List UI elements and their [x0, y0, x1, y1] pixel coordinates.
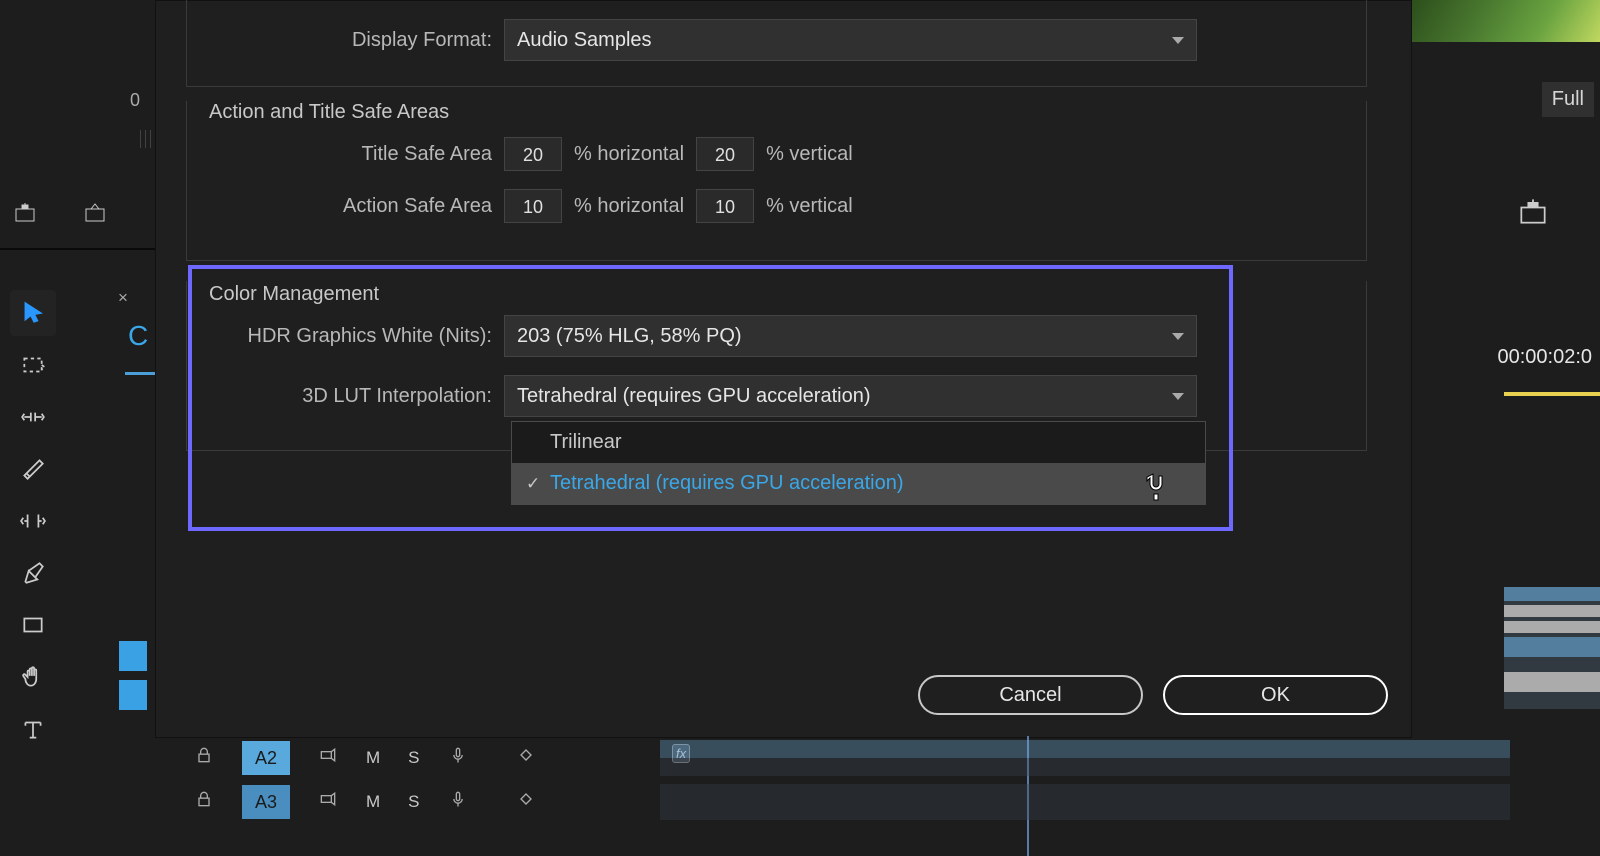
ruler-start-number: 0 — [130, 90, 140, 111]
lut-interpolation-options-list: Trilinear Tetrahedral (requires GPU acce… — [511, 421, 1206, 505]
tab-truncated-letter: C — [128, 320, 148, 352]
display-format-dropdown[interactable]: Audio Samples — [504, 19, 1197, 61]
lut-option-trilinear[interactable]: Trilinear — [512, 422, 1205, 463]
display-format-label: Display Format: — [192, 29, 492, 52]
type-tool[interactable] — [10, 706, 56, 752]
track-lane[interactable] — [660, 740, 1510, 776]
hdr-white-label: HDR Graphics White (Nits): — [192, 325, 492, 348]
sequence-settings-dialog: Display Format: Audio Samples Action and… — [155, 0, 1412, 738]
cancel-button[interactable]: Cancel — [918, 675, 1143, 715]
pen-tool[interactable] — [10, 550, 56, 596]
chevron-down-icon — [1172, 393, 1184, 400]
track-header-a3[interactable]: A3 — [242, 785, 290, 819]
panel-toolbar-icons — [10, 200, 110, 230]
action-safe-label: Action Safe Area — [192, 195, 492, 218]
hdr-white-value: 203 (75% HLG, 58% PQ) — [517, 325, 742, 348]
ok-button[interactable]: OK — [1163, 675, 1388, 715]
track-output-icon[interactable] — [318, 745, 338, 771]
lut-interpolation-value: Tetrahedral (requires GPU acceleration) — [517, 385, 871, 408]
export-frame-icon[interactable] — [10, 200, 40, 230]
title-safe-vertical-input[interactable]: 20 — [696, 137, 754, 171]
title-safe-label: Title Safe Area — [192, 143, 492, 166]
track-header-a2[interactable]: A2 — [242, 741, 290, 775]
timeline-timecode: 00:00:02:0 — [1497, 346, 1592, 369]
percent-vertical-label: % vertical — [766, 143, 853, 166]
track-output-icon[interactable] — [318, 789, 338, 815]
mute-toggle[interactable]: M — [366, 748, 380, 768]
track-patch[interactable] — [119, 641, 147, 671]
solo-toggle[interactable]: S — [408, 748, 419, 768]
zoom-level-dropdown[interactable]: Full — [1542, 82, 1594, 117]
panel-close-icon[interactable]: × — [118, 288, 128, 308]
lut-interpolation-dropdown[interactable]: Tetrahedral (requires GPU acceleration) — [504, 375, 1197, 417]
voiceover-icon[interactable] — [448, 789, 468, 815]
hand-tool[interactable] — [10, 654, 56, 700]
panel-divider — [0, 248, 170, 250]
mute-toggle[interactable]: M — [366, 792, 380, 812]
rectangle-tool[interactable] — [10, 602, 56, 648]
hdr-white-dropdown[interactable]: 203 (75% HLG, 58% PQ) — [504, 315, 1197, 357]
solo-toggle[interactable]: S — [408, 792, 419, 812]
safe-areas-group: Title Safe Area 20 % horizontal 20 % ver… — [192, 107, 1375, 241]
track-patch[interactable] — [119, 680, 147, 710]
title-safe-horizontal-input[interactable]: 20 — [504, 137, 562, 171]
snap-icon[interactable] — [80, 200, 110, 230]
work-area-bar[interactable] — [1504, 392, 1600, 396]
display-format-row: Display Format: Audio Samples — [192, 19, 1375, 79]
track-lane[interactable] — [660, 784, 1510, 820]
track-select-tool[interactable] — [10, 342, 56, 388]
ripple-edit-tool[interactable] — [10, 394, 56, 440]
audio-track-a3[interactable]: A3 M S — [180, 780, 1510, 824]
keyframe-icon[interactable] — [516, 789, 536, 815]
slip-tool[interactable] — [10, 498, 56, 544]
lock-icon[interactable] — [194, 789, 214, 815]
tab-active-underline — [125, 372, 155, 375]
audio-track-a2[interactable]: A2 M S — [180, 736, 1510, 780]
razor-tool[interactable] — [10, 446, 56, 492]
timeline-panel: fx A2 M S A3 M S — [180, 736, 1510, 856]
lut-interpolation-label: 3D LUT Interpolation: — [192, 385, 492, 408]
timeline-clips[interactable] — [1504, 587, 1600, 709]
action-safe-horizontal-input[interactable]: 10 — [504, 189, 562, 223]
lut-option-tetrahedral[interactable]: Tetrahedral (requires GPU acceleration) — [512, 463, 1205, 504]
percent-horizontal-label: % horizontal — [574, 143, 684, 166]
export-frame-icon[interactable] — [1516, 197, 1550, 231]
keyframe-icon[interactable] — [516, 745, 536, 771]
voiceover-icon[interactable] — [448, 745, 468, 771]
action-safe-vertical-input[interactable]: 10 — [696, 189, 754, 223]
color-management-group: HDR Graphics White (Nits): 203 (75% HLG,… — [192, 285, 1375, 435]
dialog-buttons: Cancel OK — [918, 675, 1388, 715]
selection-tool[interactable] — [10, 290, 56, 336]
chevron-down-icon — [1172, 37, 1184, 44]
tools-toolbar — [10, 290, 56, 752]
color-management-title: Color Management — [201, 283, 387, 306]
display-format-value: Audio Samples — [517, 29, 652, 52]
chevron-down-icon — [1172, 333, 1184, 340]
program-monitor-thumbnail — [1404, 0, 1600, 42]
percent-horizontal-label: % horizontal — [574, 195, 684, 218]
percent-vertical-label: % vertical — [766, 195, 853, 218]
lock-icon[interactable] — [194, 745, 214, 771]
